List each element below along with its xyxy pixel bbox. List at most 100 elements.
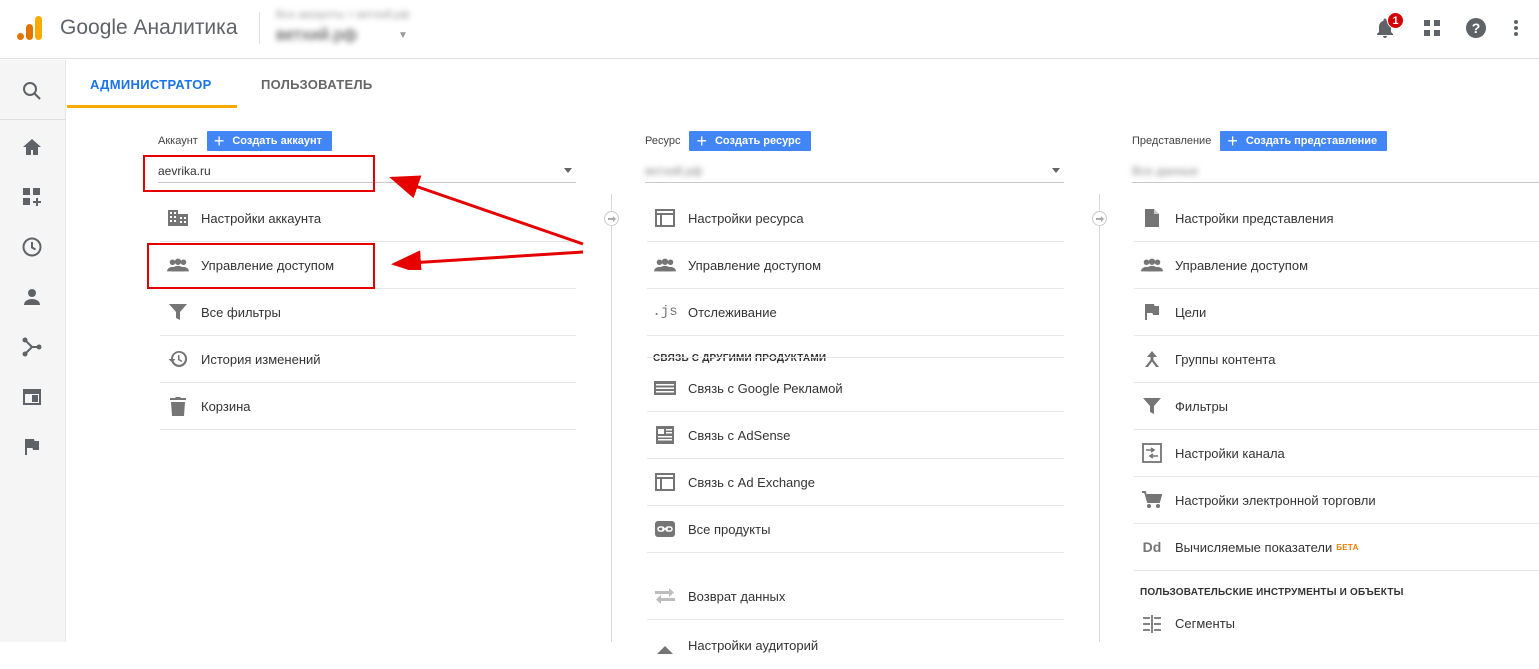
plus-icon: + [213, 131, 225, 151]
menu-label: Цели [1175, 304, 1207, 320]
home-icon[interactable] [19, 134, 45, 160]
trash-icon [167, 395, 189, 417]
custom-tools-section-title: ПОЛЬЗОВАТЕЛЬСКИЕ ИНСТРУМЕНТЫ И ОБЪЕКТЫ [1140, 587, 1404, 598]
menu-label: Связь с AdSense [688, 427, 791, 443]
data-return-item[interactable]: Возврат данных [647, 573, 1064, 620]
tab-administrator[interactable]: АДМИНИСТРАТОР [90, 77, 212, 92]
menu-label: Настройки ресурса [688, 210, 804, 226]
filter-icon [167, 301, 189, 323]
account-column-header: Аккаунт + Создать аккаунт [158, 131, 333, 151]
apps-grid-icon[interactable] [1420, 16, 1444, 40]
help-icon[interactable]: ? [1464, 16, 1488, 40]
data-return-icon [654, 585, 676, 607]
google-ads-link-item[interactable]: Связь с Google Рекламой [647, 365, 1064, 412]
view-filters-item[interactable]: Фильтры [1134, 383, 1539, 430]
header-divider [259, 12, 260, 44]
beta-badge: БЕТА [1336, 542, 1359, 552]
menu-label: Корзина [201, 398, 251, 414]
all-filters-item[interactable]: Все фильтры [160, 289, 576, 336]
audience-settings-item[interactable]: Настройки аудиторий [647, 622, 1064, 669]
customization-icon[interactable] [19, 184, 45, 210]
arrow-right-icon [1092, 211, 1107, 226]
document-icon [1141, 207, 1163, 229]
behavior-icon[interactable] [19, 384, 45, 410]
menu-label: Группы контента [1175, 351, 1276, 367]
conversions-icon[interactable] [19, 434, 45, 460]
plus-icon: + [1227, 131, 1238, 151]
property-select[interactable]: ветхий.рф [645, 159, 1064, 183]
channel-settings-item[interactable]: Настройки канала [1134, 430, 1539, 477]
content-groups-icon [1141, 348, 1163, 370]
audience-icon[interactable] [19, 284, 45, 310]
plus-icon: + [696, 131, 707, 151]
building-icon [167, 207, 189, 229]
dd-icon: Dd [1142, 539, 1162, 555]
menu-label: Все фильтры [201, 304, 281, 320]
menu-label: Управление доступом [688, 257, 822, 273]
property-column-title: Ресурс [645, 135, 681, 147]
top-bar: Google Аналитика Все аккаунты > ветхий.р… [0, 0, 1539, 59]
layout-icon [654, 207, 676, 229]
create-property-label: Создать ресурс [714, 135, 801, 147]
view-column-header: Представление + Создать представление [1132, 131, 1388, 151]
search-icon[interactable] [19, 78, 45, 104]
analytics-logo-icon[interactable] [16, 14, 44, 42]
trash-item[interactable]: Корзина [160, 383, 576, 430]
side-nav [0, 60, 66, 642]
create-view-button[interactable]: + Создать представление [1220, 131, 1388, 151]
chevron-down-icon[interactable]: ▼ [398, 30, 408, 41]
ad-exchange-link-item[interactable]: Связь с Ad Exchange [647, 459, 1064, 506]
acquisition-icon[interactable] [19, 334, 45, 360]
tab-user[interactable]: ПОЛЬЗОВАТЕЛЬ [261, 77, 373, 92]
create-view-label: Создать представление [1245, 135, 1378, 147]
menu-label: Отслеживание [688, 304, 777, 320]
view-settings-item[interactable]: Настройки представления [1134, 195, 1539, 242]
column-divider [611, 194, 612, 642]
realtime-icon[interactable] [19, 234, 45, 260]
create-property-button[interactable]: + Создать ресурс [689, 131, 811, 151]
menu-label: Настройки электронной торговли [1175, 492, 1376, 508]
adsense-icon [654, 424, 676, 446]
tracking-item[interactable]: .js Отслеживание [647, 289, 1064, 336]
property-access-management-item[interactable]: Управление доступом [647, 242, 1064, 289]
sidenav-divider [0, 119, 66, 120]
notification-badge: 1 [1387, 12, 1404, 29]
menu-label: Управление доступом [1175, 257, 1309, 273]
menu-label: Настройки аудиторий [688, 638, 819, 653]
view-access-management-item[interactable]: Управление доступом [1134, 242, 1539, 289]
ecommerce-settings-item[interactable]: Настройки электронной торговли [1134, 477, 1539, 524]
history-icon [167, 348, 189, 370]
filter-icon [1141, 395, 1163, 417]
property-column-header: Ресурс + Создать ресурс [645, 131, 811, 151]
brand-title[interactable]: Google Аналитика [60, 16, 238, 40]
adsense-link-item[interactable]: Связь с AdSense [647, 412, 1064, 459]
linked-products-section-title: СВЯЗЬ С ДРУГИМИ ПРОДУКТАМИ [653, 353, 827, 364]
property-settings-item[interactable]: Настройки ресурса [647, 195, 1064, 242]
more-vert-icon[interactable] [1504, 16, 1528, 40]
account-breadcrumb[interactable]: Все аккаунты > ветхий.рф [276, 9, 410, 21]
property-picker[interactable]: ветхий.рф [276, 25, 357, 45]
account-column-title: Аккаунт [158, 135, 198, 147]
goals-item[interactable]: Цели [1134, 289, 1539, 336]
audience-settings-icon [654, 635, 676, 657]
menu-label: Возврат данных [688, 588, 786, 604]
segments-item[interactable]: Сегменты [1134, 600, 1539, 647]
create-account-button[interactable]: + Создать аккаунт [206, 131, 333, 151]
calculated-metrics-item[interactable]: Dd Вычисляемые показатели БЕТА [1134, 524, 1539, 571]
view-select-value: Все данные [1132, 164, 1199, 178]
menu-label: Сегменты [1175, 616, 1236, 631]
channel-icon [1141, 442, 1163, 464]
change-history-item[interactable]: История изменений [160, 336, 576, 383]
section-divider [647, 357, 1064, 358]
annotation-box-access-management [147, 243, 375, 289]
people-icon [1141, 254, 1163, 276]
flag-icon [1141, 301, 1163, 323]
active-tab-indicator [67, 105, 237, 108]
cart-icon [1141, 489, 1163, 511]
all-products-item[interactable]: Все продукты [647, 506, 1064, 553]
content-groups-item[interactable]: Группы контента [1134, 336, 1539, 383]
view-select[interactable]: Все данные [1132, 159, 1539, 183]
menu-label: Все продукты [688, 521, 771, 537]
arrow-right-icon [604, 211, 619, 226]
people-icon [654, 254, 676, 276]
